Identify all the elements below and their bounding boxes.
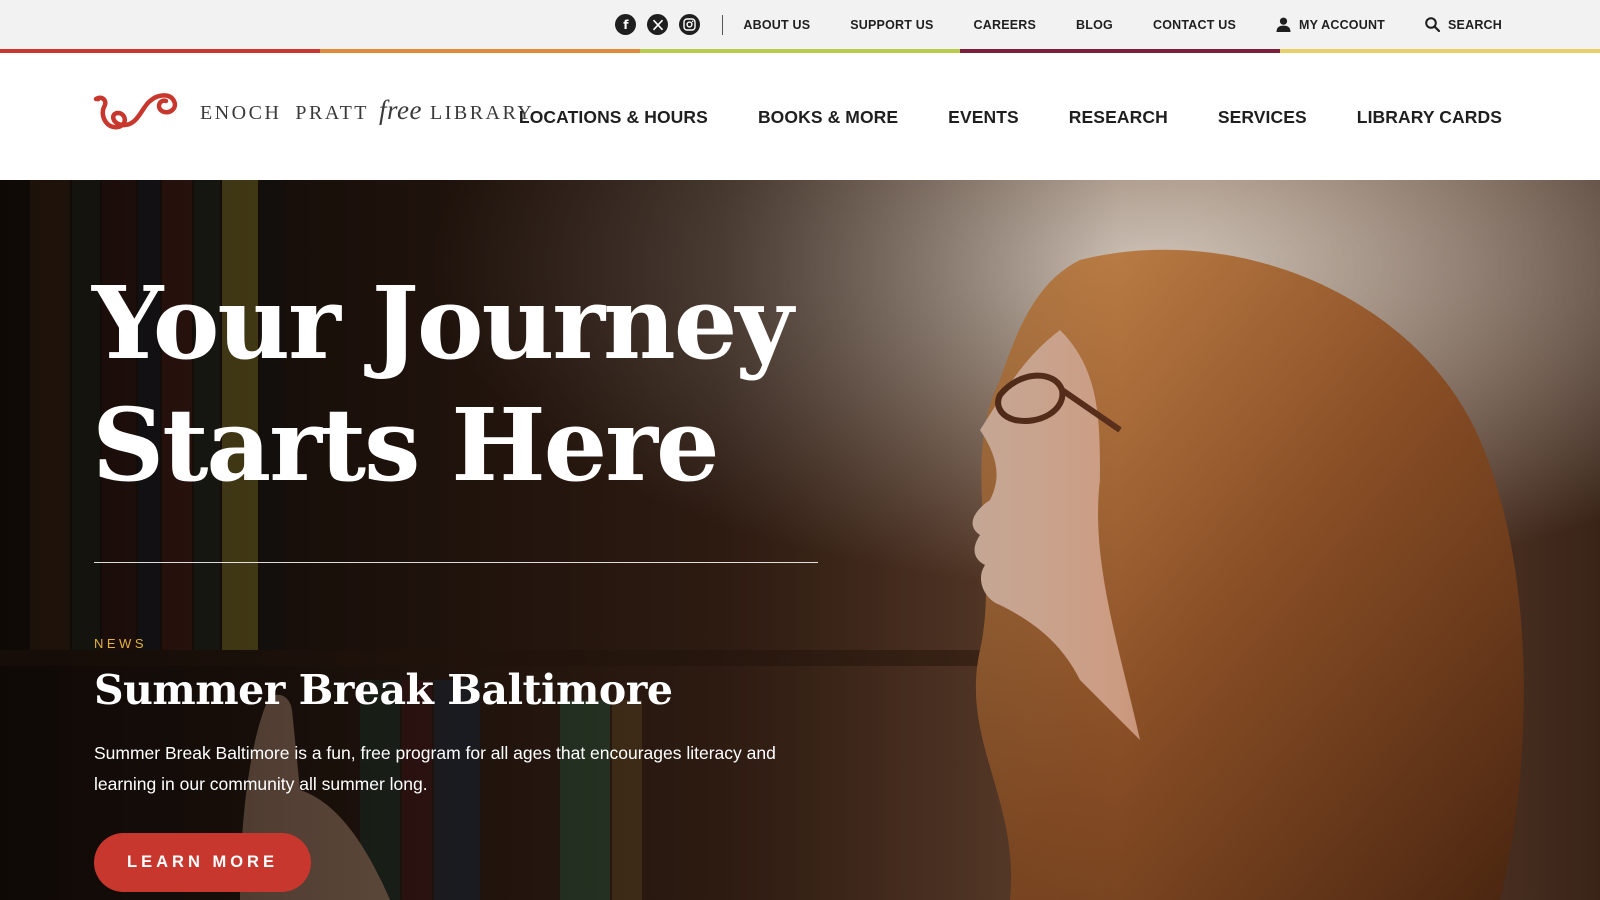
nav-events[interactable]: EVENTS [948, 107, 1019, 128]
hero-title: Your Journey Starts Here [92, 262, 852, 506]
utility-divider [722, 14, 724, 35]
instagram-glyph [683, 18, 697, 31]
social-links: f [615, 14, 701, 35]
logo-word-free: free [379, 94, 422, 125]
hero-title-line2: Starts Here [92, 386, 720, 504]
hero-title-line1: Your Journey [92, 264, 793, 382]
search-label: SEARCH [1448, 17, 1502, 32]
careers-link[interactable]: CAREERS [974, 18, 1037, 32]
search-icon [1425, 17, 1441, 32]
hero-banner: Your Journey Starts Here NEWS Summer Bre… [0, 180, 1600, 900]
news-description: Summer Break Baltimore is a fun, free pr… [94, 743, 776, 794]
hero-divider [94, 562, 818, 563]
site-logo[interactable]: ENOCH PRATT free LIBRARY [92, 85, 534, 135]
support-us-link[interactable]: SUPPORT US [850, 18, 933, 32]
facebook-glyph: f [623, 17, 629, 32]
main-header: ENOCH PRATT free LIBRARY LOCATIONS & HOU… [0, 53, 1600, 180]
main-navigation: LOCATIONS & HOURS BOOKS & MORE EVENTS RE… [519, 107, 1502, 128]
nav-research[interactable]: RESEARCH [1069, 107, 1168, 128]
learn-more-button[interactable]: LEARN MORE [94, 833, 311, 892]
logo-word-pratt: PRATT [295, 101, 370, 124]
nav-locations-hours[interactable]: LOCATIONS & HOURS [519, 107, 708, 128]
nav-library-cards[interactable]: LIBRARY CARDS [1357, 107, 1502, 128]
contact-us-link[interactable]: CONTACT US [1153, 18, 1236, 32]
search-link[interactable]: SEARCH [1425, 17, 1502, 32]
logo-word-enoch: ENOCH [200, 101, 282, 124]
x-twitter-icon[interactable] [647, 14, 669, 35]
facebook-icon[interactable]: f [615, 14, 637, 35]
logo-wordmark: ENOCH PRATT free LIBRARY [200, 95, 534, 126]
utility-bar-content: f ABOUT US SUPPORT US CAREERS BLOG CONTA [615, 0, 1502, 49]
utility-links: ABOUT US SUPPORT US CAREERS BLOG CONTACT… [743, 17, 1502, 32]
user-icon [1276, 17, 1291, 32]
nav-services[interactable]: SERVICES [1218, 107, 1307, 128]
news-headline: Summer Break Baltimore [94, 666, 673, 714]
my-account-link[interactable]: MY ACCOUNT [1276, 17, 1385, 32]
pratt-swirl-logo-icon [93, 93, 178, 130]
about-us-link[interactable]: ABOUT US [743, 18, 810, 32]
my-account-label: MY ACCOUNT [1298, 17, 1386, 32]
instagram-icon[interactable] [679, 14, 701, 35]
news-label: NEWS [94, 636, 147, 651]
nav-books-more[interactable]: BOOKS & MORE [758, 107, 898, 128]
utility-bar: f ABOUT US SUPPORT US CAREERS BLOG CONTA [0, 0, 1600, 49]
x-glyph [652, 19, 663, 30]
blog-link[interactable]: BLOG [1076, 18, 1113, 32]
